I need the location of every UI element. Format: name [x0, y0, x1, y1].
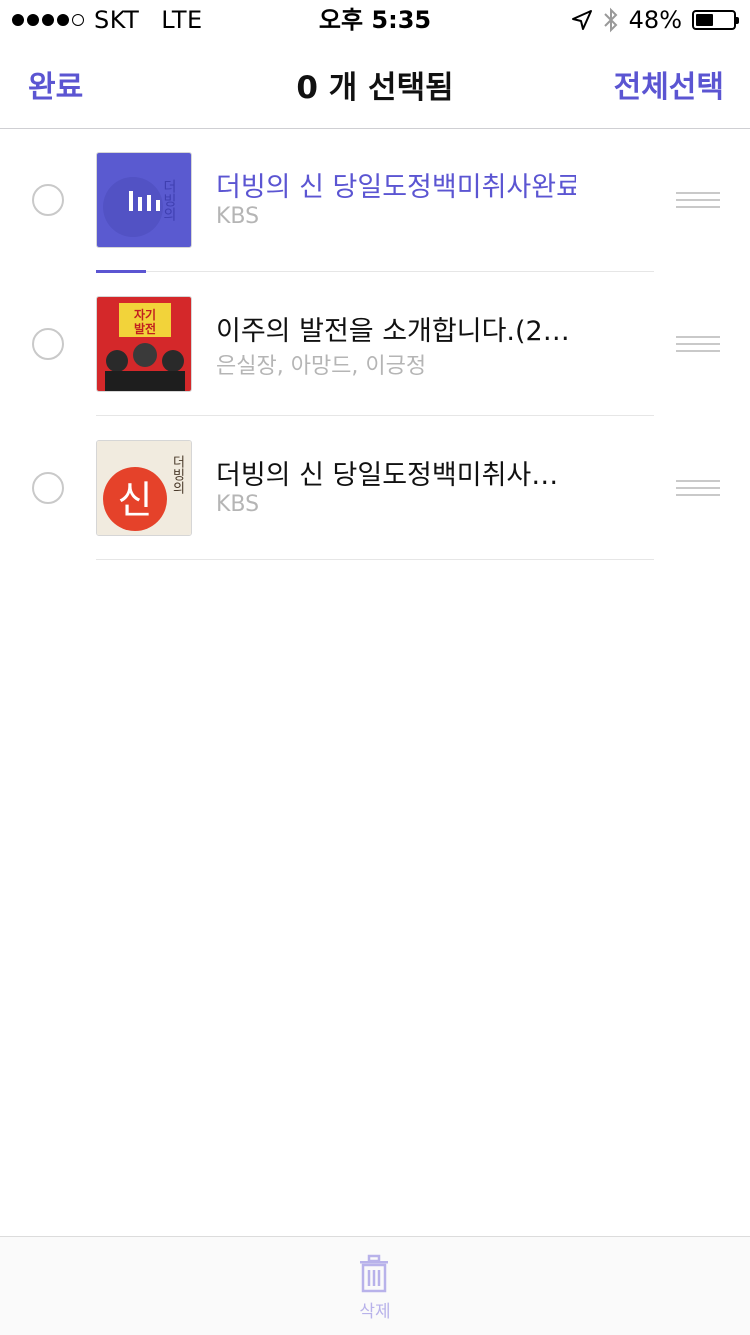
status-right: 48%	[571, 0, 739, 40]
trash-icon	[360, 1254, 388, 1293]
track-artist: 은실장, 아망드, 이긍정	[216, 354, 427, 379]
bluetooth-icon	[603, 7, 618, 33]
select-radio[interactable]	[32, 184, 64, 216]
album-art: 신 더빙의	[96, 440, 192, 536]
list-item[interactable]: 더빙의 더빙의 신 당일도정백미취사완료코너 KBS	[0, 128, 750, 273]
battery-level	[696, 14, 714, 26]
battery-icon	[692, 10, 739, 30]
art-text: 더빙의	[161, 179, 177, 221]
select-radio[interactable]	[32, 328, 64, 360]
list-item[interactable]: 신 더빙의 더빙의 신 당일도정백미취사완료코너 KBS	[0, 416, 750, 560]
track-title: 이주의 발전을 소개합니다.(2017.10)	[216, 316, 576, 347]
location-arrow-icon	[571, 10, 592, 30]
status-bar: SKT LTE 오후 5:35 48%	[0, 0, 750, 40]
track-artist: KBS	[216, 492, 260, 517]
bottom-toolbar: 삭제	[0, 1236, 750, 1335]
reorder-handle-icon[interactable]	[676, 480, 720, 496]
reorder-handle-icon[interactable]	[676, 192, 720, 208]
playlist: 더빙의 더빙의 신 당일도정백미취사완료코너 KBS 자기 발전	[0, 128, 750, 560]
row-divider	[96, 559, 654, 560]
art-text: 발전	[134, 321, 156, 336]
battery-percent: 48%	[628, 6, 682, 34]
track-title: 더빙의 신 당일도정백미취사완료코너	[216, 460, 576, 491]
track-artist: KBS	[216, 204, 260, 229]
art-text: 신	[118, 478, 153, 522]
select-radio[interactable]	[32, 472, 64, 504]
list-item[interactable]: 자기 발전 이주의 발전을 소개합니다.(2017.10) 은실장, 아망드, …	[0, 272, 750, 416]
art-text: 더빙의	[170, 455, 185, 494]
delete-label: 삭제	[359, 1302, 391, 1322]
reorder-handle-icon[interactable]	[676, 336, 720, 352]
art-text: 자기	[134, 307, 156, 322]
album-art: 자기 발전	[96, 296, 192, 392]
album-art: 더빙의	[96, 152, 192, 248]
track-title: 더빙의 신 당일도정백미취사완료코너	[216, 172, 576, 203]
nav-bar: 완료 0 개 선택됨 전체선택	[0, 40, 750, 129]
select-all-button[interactable]: 전체선택	[614, 62, 724, 106]
